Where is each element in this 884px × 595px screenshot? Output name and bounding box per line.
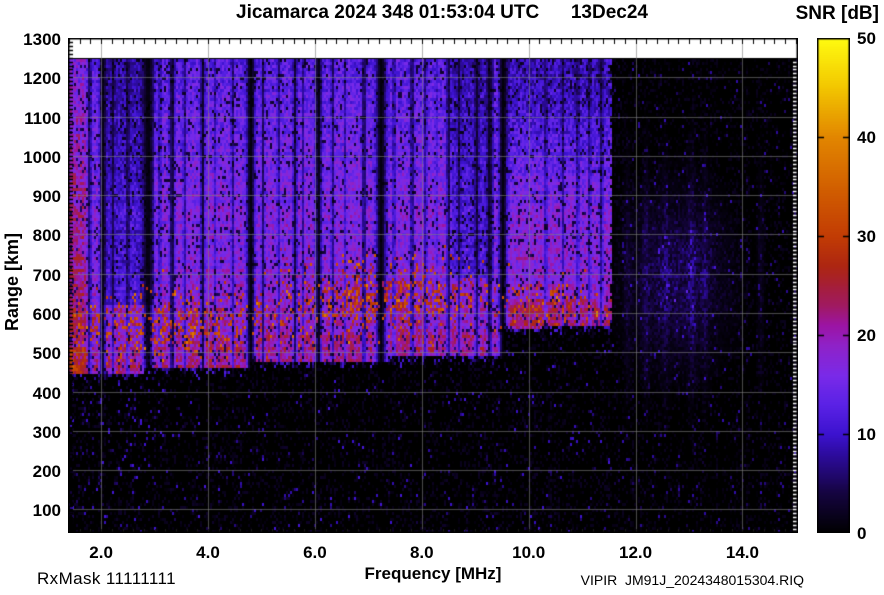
colorbar-tick-label: 30: [857, 227, 876, 246]
y-tick-label: 700: [32, 265, 61, 285]
colorbar-gradient: [817, 38, 850, 533]
x-tick-label: 8.0: [409, 543, 434, 562]
data-file-label: VIPIR JM91J_2024348015304.RIQ: [580, 572, 804, 588]
y-tick-label: 500: [32, 344, 61, 364]
x-tick-label: 12.0: [618, 543, 653, 562]
y-tick-label: 100: [32, 501, 61, 521]
x-tick-label: 10.0: [512, 543, 546, 562]
x-tick-label: 14.0: [725, 543, 759, 562]
ionogram-page: { "header": { "title": "Jicamarca 2024 3…: [0, 0, 884, 595]
y-tick-label: 200: [32, 462, 61, 482]
x-tick-label: 4.0: [196, 543, 220, 562]
y-tick-label: 1100: [24, 108, 61, 128]
colorbar-tick-label: 40: [857, 128, 876, 147]
y-tick-label: 1200: [23, 69, 61, 89]
colorbar-tick-label: 10: [857, 425, 876, 444]
y-tick-label: 300: [32, 422, 61, 442]
x-tick-label: 2.0: [89, 543, 113, 562]
y-tick-label: 900: [32, 187, 61, 207]
plot-title: Jicamarca 2024 348 01:53:04 UTC 13Dec24: [236, 2, 648, 23]
y-tick-label: 800: [32, 226, 61, 246]
y-tick-label: 600: [32, 305, 61, 324]
colorbar-title: SNR [dB]: [795, 3, 879, 24]
y-tick-label: 1300: [23, 30, 61, 49]
y-tick-label: 1000: [23, 147, 61, 167]
y-tick-label: 400: [32, 383, 61, 403]
colorbar-tick-label: 20: [857, 326, 876, 345]
colorbar-tick-label: 50: [857, 29, 876, 48]
ionogram-heatmap: [68, 38, 798, 533]
colorbar-tick-label: 0: [857, 524, 867, 543]
x-tick-label: 6.0: [303, 543, 327, 562]
